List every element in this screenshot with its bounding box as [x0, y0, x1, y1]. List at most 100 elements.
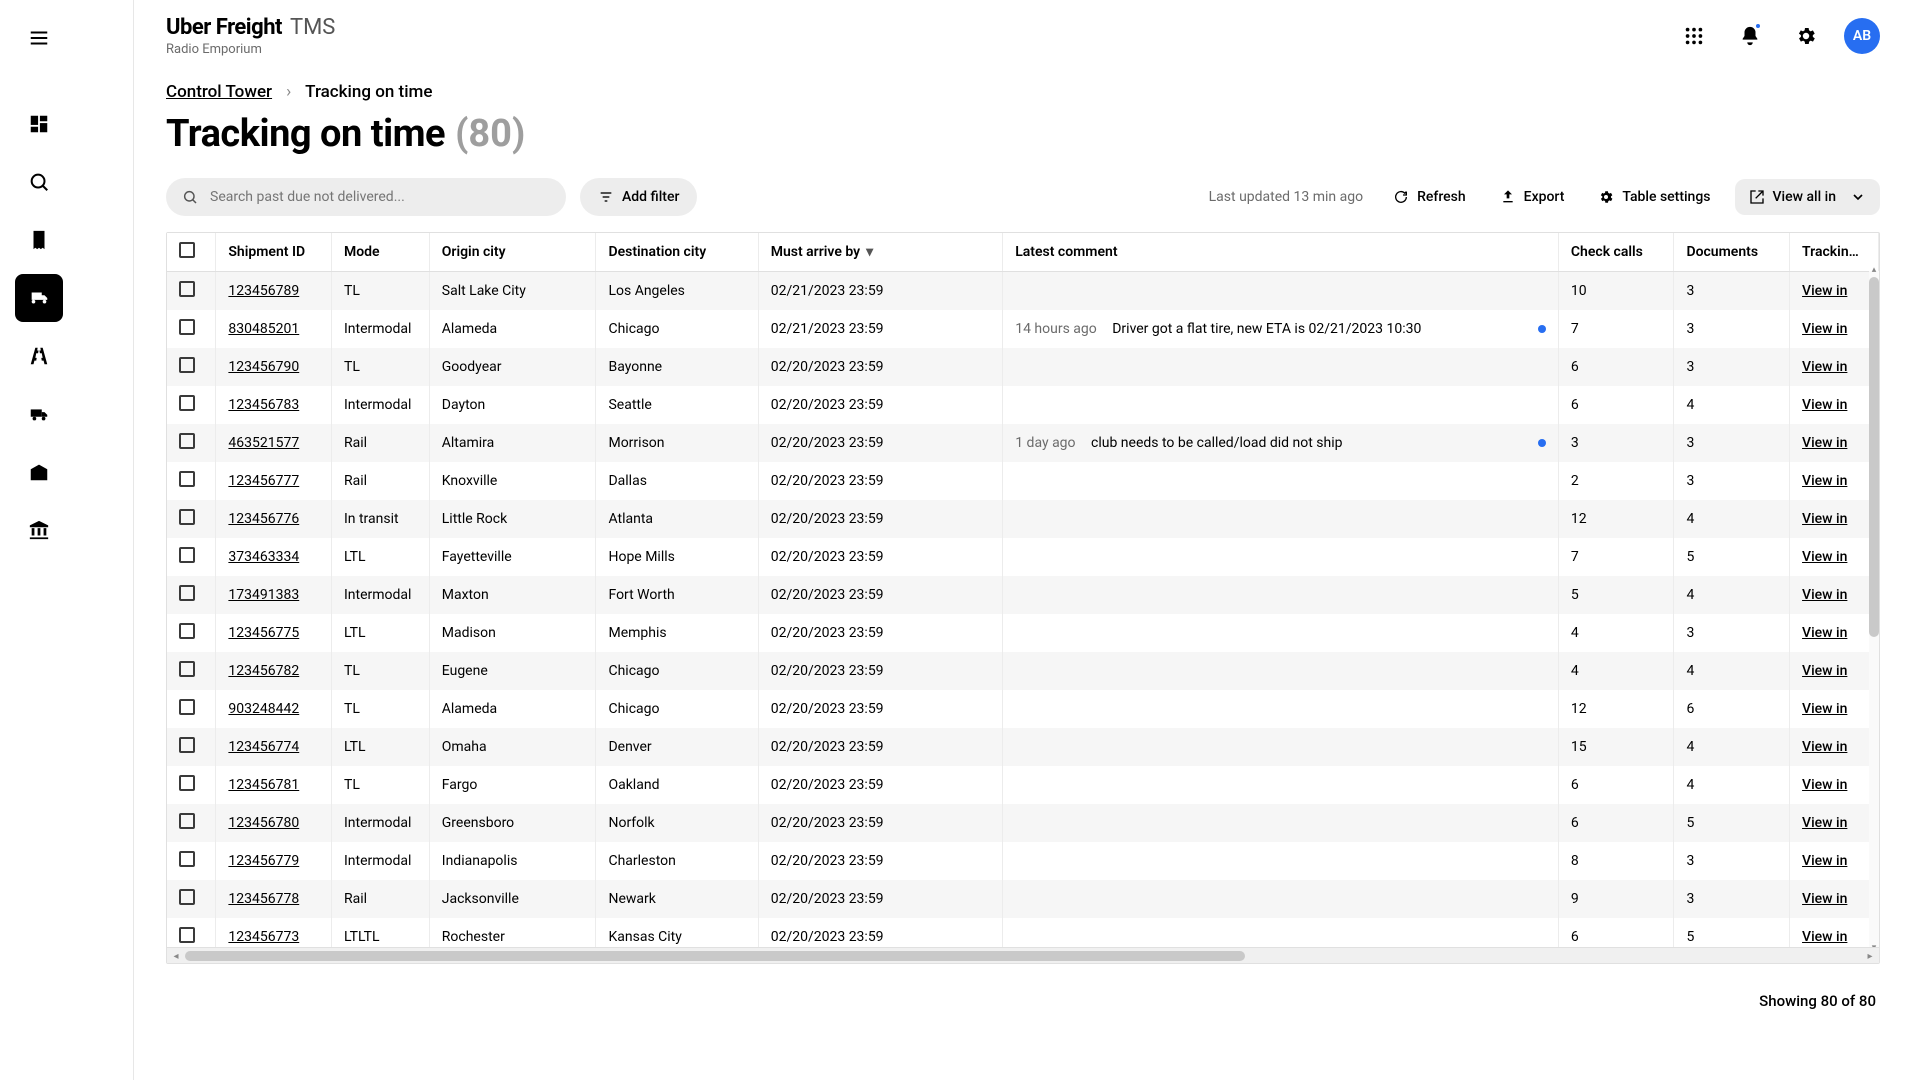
shipment-link[interactable]: 123456782 [228, 663, 299, 679]
header-must-arrive[interactable]: Must arrive by▾ [758, 233, 1003, 272]
table-row[interactable]: 123456777RailKnoxvilleDallas02/20/2023 2… [167, 462, 1879, 500]
table-row[interactable]: 123456789TLSalt Lake CityLos Angeles02/2… [167, 272, 1879, 311]
search-field-wrap[interactable] [166, 178, 566, 216]
search-input[interactable] [210, 189, 550, 205]
header-checkbox[interactable] [167, 233, 216, 272]
row-checkbox[interactable] [167, 918, 216, 947]
shipment-link[interactable]: 123456778 [228, 891, 299, 907]
row-checkbox[interactable] [167, 386, 216, 424]
shipment-link[interactable]: 123456776 [228, 511, 299, 527]
table-row[interactable]: 123456781TLFargoOakland02/20/2023 23:596… [167, 766, 1879, 804]
row-checkbox[interactable] [167, 310, 216, 348]
view-in-link[interactable]: View in [1802, 815, 1847, 831]
shipment-link[interactable]: 123456774 [228, 739, 299, 755]
row-checkbox[interactable] [167, 462, 216, 500]
row-checkbox[interactable] [167, 424, 216, 462]
hamburger-icon[interactable] [15, 14, 63, 62]
apps-icon[interactable] [1676, 18, 1712, 54]
shipments-icon[interactable] [15, 274, 63, 322]
table-row[interactable]: 123456783IntermodalDaytonSeattle02/20/20… [167, 386, 1879, 424]
table-row[interactable]: 123456775LTLMadisonMemphis02/20/2023 23:… [167, 614, 1879, 652]
view-in-link[interactable]: View in [1802, 891, 1847, 907]
settings-icon[interactable] [1788, 18, 1824, 54]
view-in-link[interactable]: View in [1802, 625, 1847, 641]
scroll-right-arrow[interactable]: ▸ [1863, 948, 1877, 964]
shipment-link[interactable]: 173491383 [228, 587, 299, 603]
search-icon[interactable] [15, 158, 63, 206]
row-checkbox[interactable] [167, 500, 216, 538]
header-destination[interactable]: Destination city [596, 233, 758, 272]
shipment-link[interactable]: 123456773 [228, 929, 299, 945]
view-in-link[interactable]: View in [1802, 473, 1847, 489]
breadcrumb-root[interactable]: Control Tower [166, 82, 272, 102]
view-in-link[interactable]: View in [1802, 587, 1847, 603]
view-in-link[interactable]: View in [1802, 359, 1847, 375]
header-check-calls[interactable]: Check calls [1558, 233, 1674, 272]
view-in-link[interactable]: View in [1802, 511, 1847, 527]
truck-icon[interactable] [15, 390, 63, 438]
shipment-link[interactable]: 373463334 [228, 549, 299, 565]
shipment-link[interactable]: 123456780 [228, 815, 299, 831]
view-all-button[interactable]: View all in [1735, 179, 1881, 215]
row-checkbox[interactable] [167, 652, 216, 690]
header-latest-comment[interactable]: Latest comment [1003, 233, 1559, 272]
shipment-link[interactable]: 123456775 [228, 625, 299, 641]
row-checkbox[interactable] [167, 728, 216, 766]
table-row[interactable]: 123456776In transitLittle RockAtlanta02/… [167, 500, 1879, 538]
view-in-link[interactable]: View in [1802, 739, 1847, 755]
row-checkbox[interactable] [167, 690, 216, 728]
bank-icon[interactable] [15, 506, 63, 554]
header-origin[interactable]: Origin city [429, 233, 596, 272]
row-checkbox[interactable] [167, 880, 216, 918]
view-in-link[interactable]: View in [1802, 777, 1847, 793]
row-checkbox[interactable] [167, 348, 216, 386]
row-checkbox[interactable] [167, 804, 216, 842]
view-in-link[interactable]: View in [1802, 549, 1847, 565]
row-checkbox[interactable] [167, 576, 216, 614]
shipment-link[interactable]: 830485201 [228, 321, 299, 337]
row-checkbox[interactable] [167, 614, 216, 652]
refresh-button[interactable]: Refresh [1383, 189, 1476, 205]
scroll-up-arrow[interactable]: ▴ [1869, 265, 1879, 275]
shipment-link[interactable]: 123456783 [228, 397, 299, 413]
vertical-scroll-thumb[interactable] [1869, 277, 1879, 637]
shipment-link[interactable]: 463521577 [228, 435, 299, 451]
view-in-link[interactable]: View in [1802, 853, 1847, 869]
warehouse-icon[interactable] [15, 448, 63, 496]
dashboard-icon[interactable] [15, 100, 63, 148]
shipment-link[interactable]: 123456781 [228, 777, 299, 793]
view-in-link[interactable]: View in [1802, 435, 1847, 451]
receipt-icon[interactable] [15, 216, 63, 264]
vertical-scrollbar[interactable]: ▴ ▾ [1869, 271, 1879, 947]
table-row[interactable]: 463521577RailAltamiraMorrison02/20/2023 … [167, 424, 1879, 462]
header-shipment-id[interactable]: Shipment ID [216, 233, 332, 272]
shipment-link[interactable]: 123456790 [228, 359, 299, 375]
view-in-link[interactable]: View in [1802, 701, 1847, 717]
horizontal-scrollbar[interactable]: ◂ ▸ [167, 947, 1879, 963]
table-row[interactable]: 123456790TLGoodyearBayonne02/20/2023 23:… [167, 348, 1879, 386]
table-row[interactable]: 123456774LTLOmahaDenver02/20/2023 23:591… [167, 728, 1879, 766]
table-row[interactable]: 173491383IntermodalMaxtonFort Worth02/20… [167, 576, 1879, 614]
road-icon[interactable] [15, 332, 63, 380]
view-in-link[interactable]: View in [1802, 397, 1847, 413]
shipment-link[interactable]: 123456779 [228, 853, 299, 869]
table-row[interactable]: 123456773LTLTLRochesterKansas City02/20/… [167, 918, 1879, 947]
table-row[interactable]: 830485201IntermodalAlamedaChicago02/21/2… [167, 310, 1879, 348]
table-row[interactable]: 123456778RailJacksonvilleNewark02/20/202… [167, 880, 1879, 918]
header-mode[interactable]: Mode [331, 233, 429, 272]
scroll-left-arrow[interactable]: ◂ [169, 948, 183, 964]
table-row[interactable]: 373463334LTLFayettevilleHope Mills02/20/… [167, 538, 1879, 576]
table-row[interactable]: 123456779IntermodalIndianapolisCharlesto… [167, 842, 1879, 880]
row-checkbox[interactable] [167, 766, 216, 804]
row-checkbox[interactable] [167, 538, 216, 576]
view-in-link[interactable]: View in [1802, 283, 1847, 299]
export-button[interactable]: Export [1490, 189, 1575, 205]
user-avatar[interactable]: AB [1844, 18, 1880, 54]
notifications-icon[interactable] [1732, 18, 1768, 54]
table-row[interactable]: 123456782TLEugeneChicago02/20/2023 23:59… [167, 652, 1879, 690]
shipment-link[interactable]: 123456789 [228, 283, 299, 299]
table-row[interactable]: 123456780IntermodalGreensboroNorfolk02/2… [167, 804, 1879, 842]
header-documents[interactable]: Documents [1674, 233, 1790, 272]
table-settings-button[interactable]: Table settings [1588, 189, 1720, 205]
add-filter-button[interactable]: Add filter [580, 178, 697, 216]
